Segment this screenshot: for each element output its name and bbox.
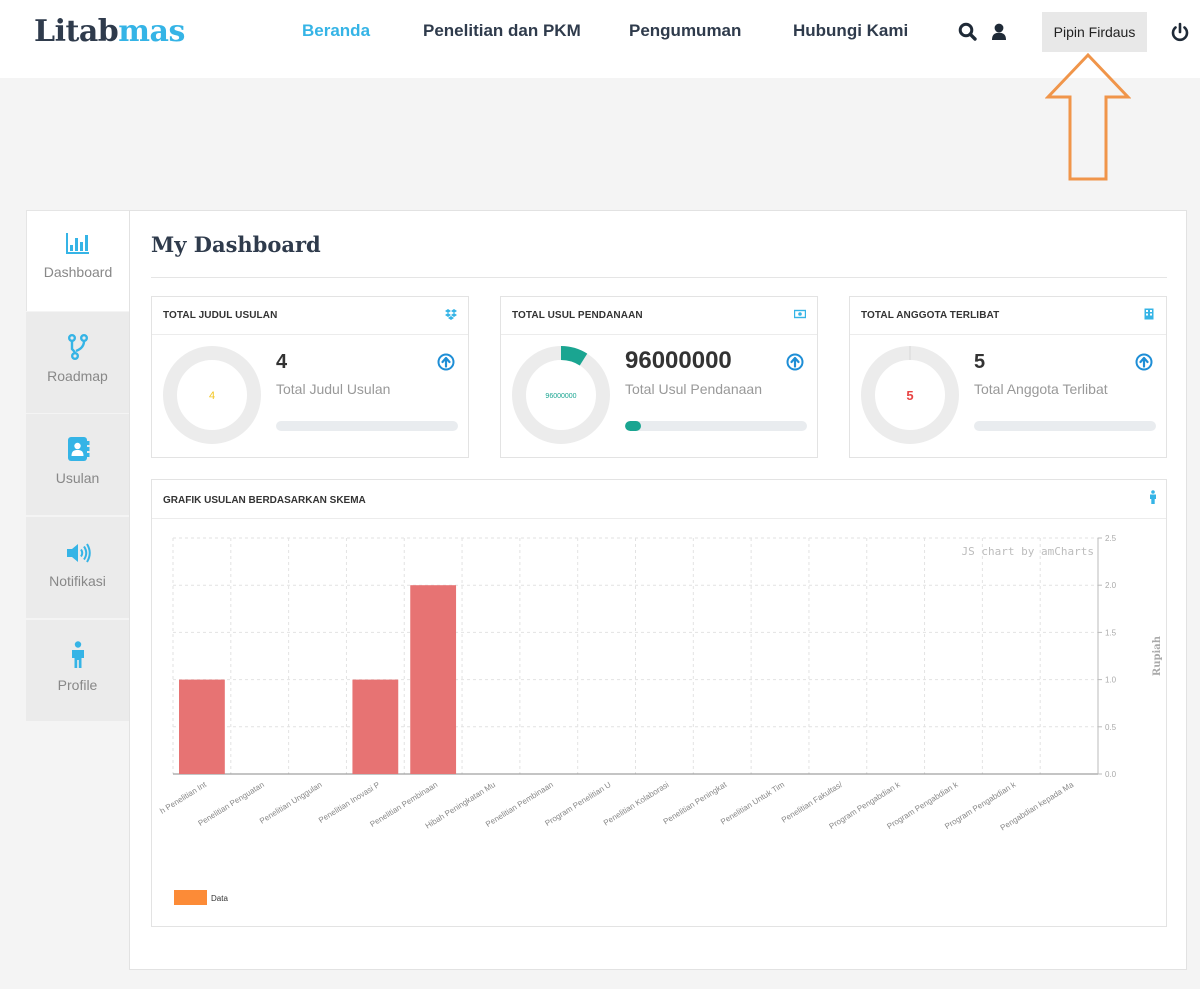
sidebar-item-notifikasi[interactable]: Notifikasi <box>26 517 129 618</box>
male-figure-icon <box>71 641 84 668</box>
card-header: TOTAL ANGGOTA TERLIBAT <box>850 297 1166 335</box>
chart-header: GRAFIK USULAN BERDASARKAN SKEMA <box>152 480 1166 519</box>
sidebar-item-label: Dashboard <box>43 264 113 280</box>
sidebar-item-label: Notifikasi <box>49 573 106 589</box>
y-tick-label: 0.5 <box>1105 723 1117 732</box>
sidebar-item-usulan[interactable]: Usulan <box>26 414 129 515</box>
x-tick-label: Penelitian Untuk Tim <box>719 780 786 827</box>
chart-card: GRAFIK USULAN BERDASARKAN SKEMA 0.0 0.5 1.… <box>151 479 1167 927</box>
volume-up-icon <box>66 543 91 563</box>
chart-title: GRAFIK USULAN BERDASARKAN SKEMA <box>163 495 366 506</box>
title-divider <box>151 277 1167 278</box>
nav-hubungi-kami[interactable]: Hubungi Kami <box>793 21 908 41</box>
donut-center-value: 4 <box>209 390 215 402</box>
sidebar-item-label: Usulan <box>55 470 100 486</box>
sidebar-item-label: Roadmap <box>47 368 108 384</box>
progress-bar <box>625 421 807 431</box>
y-tick-label: 2.0 <box>1105 581 1117 590</box>
y-axis-title: Rupiah <box>1152 635 1163 676</box>
annotation-arrow-icon <box>1045 52 1131 181</box>
progress-bar <box>276 421 458 431</box>
stat-card-judul-usulan: TOTAL JUDUL USULAN 4 4 Total Judul Usula… <box>151 296 469 458</box>
y-tick-label: 0.0 <box>1105 770 1117 779</box>
chart-bar <box>179 679 225 774</box>
card-title: TOTAL JUDUL USULAN <box>163 310 278 321</box>
stat-card-anggota-terlibat: TOTAL ANGGOTA TERLIBAT 5 5 Total Anggota… <box>849 296 1167 458</box>
progress-fill <box>625 421 642 431</box>
card-title: TOTAL ANGGOTA TERLIBAT <box>861 310 1000 321</box>
person-icon <box>1150 490 1156 504</box>
chart-bar <box>352 679 399 774</box>
logo-text-accent: mas <box>118 14 185 49</box>
legend-swatch <box>174 890 207 905</box>
stat-label: Total Usul Pendanaan <box>625 381 762 397</box>
code-fork-icon <box>67 334 88 360</box>
search-icon[interactable] <box>957 21 979 43</box>
progress-bar <box>974 421 1156 431</box>
y-tick-label: 1.5 <box>1105 628 1117 637</box>
bar-chart: 0.0 0.5 1.0 1.5 2.0 2.5 Rupiah JS chart by amCh… <box>158 534 1163 905</box>
site-logo[interactable]: Litabmas <box>34 14 185 49</box>
arrow-circle-up-icon[interactable] <box>1135 353 1153 371</box>
donut-center-value: 5 <box>906 388 913 403</box>
sidebar-item-label: Profile <box>57 677 98 693</box>
dashboard-panel: My Dashboard TOTAL JUDUL USULAN 4 4 Tota… <box>129 210 1187 970</box>
stat-label: Total Judul Usulan <box>276 381 391 397</box>
arrow-circle-up-icon[interactable] <box>786 353 804 371</box>
sidebar-item-profile[interactable]: Profile <box>26 620 129 721</box>
power-icon[interactable] <box>1169 21 1191 43</box>
donut-chart: 5 <box>861 346 959 444</box>
x-tick-label: Penelitian Unggulan <box>258 780 323 826</box>
card-header: TOTAL JUDUL USULAN <box>152 297 468 335</box>
x-tick-label: h Penelitian Int <box>158 780 208 816</box>
y-tick-label: 2.5 <box>1105 534 1117 543</box>
building-icon <box>1144 308 1154 320</box>
donut-center-value: 96000000 <box>545 393 576 400</box>
user-name-button[interactable]: Pipin Firdaus <box>1042 12 1147 52</box>
donut-chart: 4 <box>163 346 261 444</box>
top-navbar: Litabmas Beranda Penelitian dan PKM Peng… <box>0 0 1200 78</box>
amcharts-credit-link: JS chart by amCharts <box>962 545 1094 558</box>
bar-chart-icon <box>66 233 89 254</box>
card-header: TOTAL USUL PENDANAAN <box>501 297 817 335</box>
money-icon <box>794 309 806 319</box>
stat-card-usul-pendanaan: TOTAL USUL PENDANAAN 96000000 96000000 T… <box>500 296 818 458</box>
stat-label: Total Anggota Terlibat <box>974 381 1108 397</box>
stat-value: 4 <box>276 351 288 373</box>
page-title: My Dashboard <box>151 232 321 257</box>
user-icon[interactable] <box>988 21 1010 43</box>
y-tick-label: 1.0 <box>1105 676 1117 685</box>
stat-value: 96000000 <box>625 347 732 374</box>
donut-chart: 96000000 <box>512 346 610 444</box>
arrow-circle-up-icon[interactable] <box>437 353 455 371</box>
sidebar-item-dashboard[interactable]: Dashboard <box>26 210 129 311</box>
stat-value: 5 <box>974 351 986 373</box>
card-title: TOTAL USUL PENDANAAN <box>512 310 643 321</box>
chart-bar <box>410 585 457 774</box>
dropbox-icon <box>445 309 457 320</box>
logo-text-dark: Litab <box>34 14 119 49</box>
address-book-icon <box>67 437 89 461</box>
legend-label: Data <box>211 894 228 903</box>
nav-beranda[interactable]: Beranda <box>302 21 370 41</box>
nav-pengumuman[interactable]: Pengumuman <box>629 21 741 41</box>
sidebar-item-roadmap[interactable]: Roadmap <box>26 312 129 413</box>
nav-penelitian-dan-pkm[interactable]: Penelitian dan PKM <box>423 21 581 41</box>
